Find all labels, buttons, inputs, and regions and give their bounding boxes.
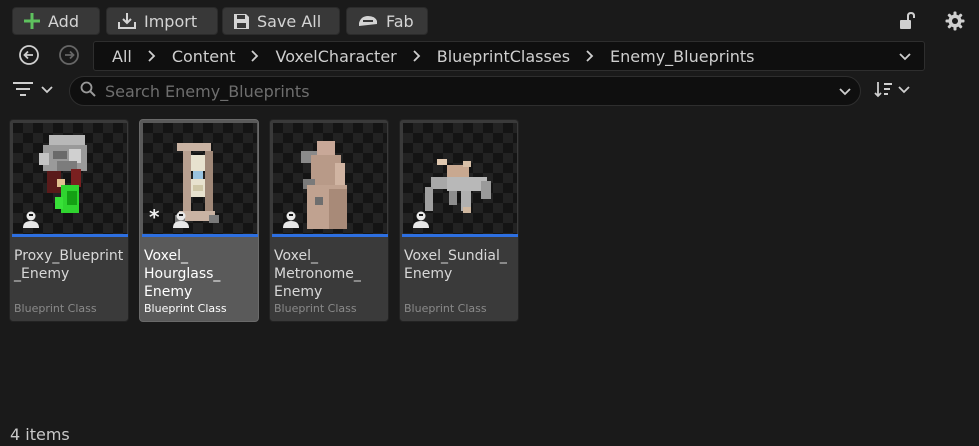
import-label: Import <box>144 11 198 31</box>
asset-type: Blueprint Class <box>404 302 487 315</box>
blueprint-class-icon <box>21 209 41 233</box>
breadcrumb-voxelcharacter[interactable]: VoxelCharacter <box>275 47 396 66</box>
back-arrow-icon <box>18 44 40 70</box>
fab-icon <box>357 14 379 28</box>
add-button[interactable]: Add <box>12 7 100 35</box>
blueprint-type-strip <box>12 234 128 237</box>
breadcrumb-blueprintclasses[interactable]: BlueprintClasses <box>437 47 570 66</box>
asset-name: Voxel_ Hourglass_ Enemy <box>144 248 221 300</box>
fab-label: Fab <box>386 11 414 31</box>
asset-type: Blueprint Class <box>144 302 227 315</box>
breadcrumb-enemy-blueprints[interactable]: Enemy_Blueprints <box>610 47 754 66</box>
fab-button[interactable]: Fab <box>346 7 428 35</box>
blueprint-class-icon <box>411 209 431 233</box>
unlock-icon[interactable] <box>894 8 920 34</box>
asset-tile-voxel-sundial-enemy[interactable]: Voxel_Sundial_ Enemy Blueprint Class <box>399 119 519 322</box>
blueprint-class-icon <box>281 209 301 233</box>
save-all-label: Save All <box>257 11 322 31</box>
blueprint-class-icon <box>171 209 191 233</box>
asset-tile-voxel-hourglass-enemy[interactable]: * Voxel_ Hourglass_ Enemy Blueprint Clas… <box>139 119 259 322</box>
chevron-down-icon[interactable] <box>898 49 912 68</box>
asset-thumbnail <box>273 123 387 235</box>
blueprint-type-strip <box>402 234 518 237</box>
chevron-down-icon[interactable] <box>838 84 852 103</box>
save-all-button[interactable]: Save All <box>222 7 340 35</box>
chevron-right-icon <box>586 50 594 62</box>
save-icon <box>233 13 250 30</box>
blueprint-type-strip <box>272 234 388 237</box>
import-icon <box>117 12 137 30</box>
asset-tile-proxy-blueprint-enemy[interactable]: Proxy_Blueprint _Enemy Blueprint Class <box>9 119 129 322</box>
asset-name: Proxy_Blueprint _Enemy <box>14 248 124 282</box>
gear-icon[interactable] <box>942 8 968 34</box>
back-button[interactable] <box>16 44 42 70</box>
item-count: 4 items <box>10 425 70 444</box>
blueprint-type-strip <box>142 234 258 237</box>
chevron-right-icon <box>251 50 259 62</box>
chevron-down-icon <box>897 82 911 101</box>
breadcrumb-all[interactable]: All <box>112 47 132 66</box>
filter-icon <box>12 80 34 102</box>
asset-thumbnail: * <box>143 123 257 235</box>
asset-thumbnail <box>403 123 517 235</box>
asset-thumbnail <box>13 123 127 235</box>
asset-name: Voxel_Sundial_ Enemy <box>404 248 507 282</box>
modified-star-icon: * <box>149 205 160 229</box>
add-label: Add <box>48 11 79 31</box>
forward-arrow-icon <box>58 44 80 70</box>
plus-icon <box>23 12 41 30</box>
chevron-right-icon <box>413 50 421 62</box>
toolbar: Add Import Save All Fab <box>0 0 979 40</box>
asset-tile-voxel-metronome-enemy[interactable]: Voxel_ Metronome_ Enemy Blueprint Class <box>269 119 389 322</box>
asset-type: Blueprint Class <box>14 302 97 315</box>
search-box <box>69 76 861 106</box>
breadcrumb: All Content VoxelCharacter BlueprintClas… <box>93 41 925 71</box>
chevron-down-icon <box>40 82 54 101</box>
sort-button[interactable] <box>873 78 915 104</box>
asset-type: Blueprint Class <box>274 302 357 315</box>
search-icon <box>80 81 96 101</box>
forward-button[interactable] <box>56 44 82 70</box>
sort-icon <box>873 80 893 102</box>
filter-button[interactable] <box>12 78 58 104</box>
chevron-right-icon <box>148 50 156 62</box>
breadcrumb-content[interactable]: Content <box>172 47 236 66</box>
import-button[interactable]: Import <box>106 7 218 35</box>
asset-name: Voxel_ Metronome_ Enemy <box>274 248 361 300</box>
search-input[interactable] <box>105 81 805 101</box>
